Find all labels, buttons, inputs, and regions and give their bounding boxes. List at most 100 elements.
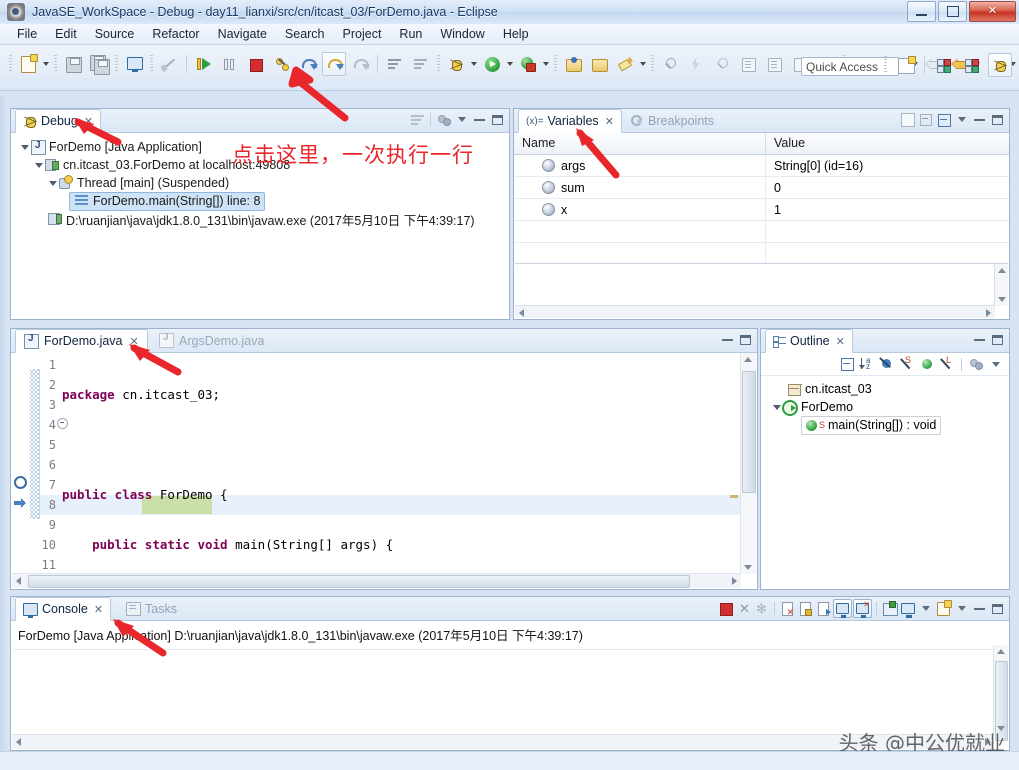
maximize-button[interactable] (938, 1, 967, 22)
expand-arrow-icon[interactable] (771, 402, 782, 413)
outline-row[interactable]: S main(String[]) : void (761, 416, 1009, 434)
tab-console[interactable]: Console ✕ (15, 597, 111, 621)
hide-static-icon[interactable]: S (898, 355, 916, 373)
editor-gutter[interactable] (12, 353, 30, 574)
tab-fordemo-java[interactable]: ForDemo.java ✕ (15, 329, 148, 353)
minimize-button[interactable] (907, 1, 936, 22)
view-menu-icon[interactable] (953, 111, 970, 128)
menu-search[interactable]: Search (276, 25, 334, 43)
tab-outline[interactable]: Outline ✕ (765, 329, 853, 353)
scroll-down-icon[interactable] (998, 297, 1006, 302)
minimize-icon[interactable] (971, 600, 988, 617)
remove-launch-icon[interactable]: ✕ (735, 600, 752, 617)
open-folder-icon[interactable] (587, 52, 611, 76)
scroll-up-icon[interactable] (997, 649, 1005, 654)
scroll-up-icon[interactable] (744, 357, 752, 362)
open-console-icon[interactable] (881, 600, 898, 617)
clear-console-icon[interactable]: ✕ (779, 600, 796, 617)
detail-vertical-scrollbar[interactable] (994, 264, 1008, 306)
scroll-left-icon[interactable] (16, 577, 21, 585)
minimize-icon[interactable] (719, 331, 736, 348)
collapse-all-icon[interactable] (838, 355, 856, 373)
perspective-debug-icon[interactable] (988, 53, 1012, 77)
debug-tree-row[interactable]: ForDemo.main(String[]) line: 8 (11, 192, 509, 210)
step-into-icon[interactable] (270, 52, 294, 76)
selected-stack-frame[interactable]: ForDemo.main(String[]) line: 8 (69, 192, 265, 211)
open-console-new-icon[interactable] (935, 600, 952, 617)
scrollbar-thumb[interactable] (28, 575, 690, 588)
save-icon[interactable] (61, 52, 85, 76)
close-icon[interactable]: ✕ (94, 603, 103, 616)
menu-window[interactable]: Window (431, 25, 493, 43)
scroll-left-icon[interactable] (16, 738, 21, 746)
hide-local-types-icon[interactable]: L (938, 355, 956, 373)
new-annotation-icon[interactable] (613, 52, 637, 76)
scroll-right-icon[interactable] (986, 309, 991, 317)
scroll-lock-icon[interactable] (797, 600, 814, 617)
debug-tree-row[interactable]: cn.itcast_03.ForDemo at localhost:49808 (11, 156, 509, 174)
menu-navigate[interactable]: Navigate (209, 25, 276, 43)
outline-row[interactable]: ForDemo (761, 398, 1009, 416)
tab-variables[interactable]: (x)= Variables ✕ (518, 109, 622, 133)
collapse-all-icon[interactable] (917, 111, 934, 128)
drop-to-frame-icon[interactable] (348, 52, 372, 76)
view-menu-icon[interactable] (453, 111, 470, 128)
terminate-icon[interactable] (717, 600, 734, 617)
new-annotation-dropdown-icon[interactable] (638, 54, 647, 74)
expand-arrow-icon[interactable] (47, 178, 58, 189)
collapse-icon[interactable] (935, 111, 952, 128)
close-icon[interactable]: ✕ (836, 335, 845, 348)
column-header-value[interactable]: Value (766, 133, 1009, 154)
detail-horizontal-scrollbar[interactable] (515, 305, 995, 318)
skip-all-breakpoints-icon[interactable] (157, 52, 181, 76)
print-console-icon[interactable] (122, 52, 146, 76)
open-console-dropdown-icon[interactable] (953, 600, 970, 617)
minimize-icon[interactable] (471, 111, 488, 128)
remove-all-terminated-icon[interactable]: ✻ (753, 600, 770, 617)
console-vertical-scrollbar[interactable] (993, 645, 1008, 735)
run-dropdown-icon[interactable] (505, 54, 514, 74)
console-dropdown-icon[interactable] (917, 600, 934, 617)
step-return-icon[interactable] (296, 52, 320, 76)
variable-detail-pane[interactable] (515, 263, 1008, 318)
menu-run[interactable]: Run (390, 25, 431, 43)
scroll-left-icon[interactable] (519, 309, 524, 317)
menu-source[interactable]: Source (86, 25, 144, 43)
outline-row[interactable]: cn.itcast_03 (761, 380, 1009, 398)
view-menu-icon[interactable] (987, 355, 1005, 373)
close-icon[interactable]: ✕ (130, 335, 139, 348)
editor-vertical-scrollbar[interactable] (740, 353, 756, 574)
close-icon[interactable]: ✕ (84, 115, 93, 128)
close-icon[interactable]: ✕ (605, 115, 614, 128)
scrollbar-thumb[interactable] (742, 371, 756, 493)
debug-dropdown-icon[interactable] (469, 54, 478, 74)
maximize-icon[interactable] (989, 600, 1006, 617)
menu-edit[interactable]: Edit (46, 25, 86, 43)
sort-icon[interactable]: a z (858, 355, 876, 373)
run-configurations-icon[interactable] (516, 52, 540, 76)
minimize-icon[interactable] (971, 111, 988, 128)
scroll-right-icon[interactable] (732, 577, 737, 585)
display-selected-console-icon[interactable]: ✕ (853, 599, 872, 618)
table-row[interactable]: x 1 (514, 199, 1009, 221)
toggle-mark-occurrences-icon[interactable] (762, 52, 786, 76)
save-all-icon[interactable] (87, 52, 111, 76)
open-task-icon[interactable] (710, 52, 734, 76)
debug-tree-row[interactable]: Thread [main] (Suspended) (11, 174, 509, 192)
menu-refactor[interactable]: Refactor (143, 25, 208, 43)
show-logical-structure-icon[interactable] (899, 111, 916, 128)
scroll-up-icon[interactable] (998, 268, 1006, 273)
table-row[interactable]: args String[0] (id=16) (514, 155, 1009, 177)
tab-argsdemo-java[interactable]: ArgsDemo.java (151, 329, 272, 352)
tab-tasks[interactable]: Tasks (119, 597, 184, 620)
search-icon[interactable] (658, 52, 682, 76)
selected-outline-member[interactable]: S main(String[]) : void (801, 416, 941, 435)
menu-help[interactable]: Help (494, 25, 538, 43)
pin-console-icon[interactable] (833, 599, 852, 618)
breakpoint-marker-icon[interactable] (14, 476, 25, 487)
maximize-icon[interactable] (989, 111, 1006, 128)
new-java-package-icon[interactable] (561, 52, 585, 76)
resume-icon[interactable] (192, 52, 216, 76)
tab-breakpoints[interactable]: Breakpoints (624, 109, 721, 132)
step-filters-icon[interactable] (409, 111, 426, 128)
